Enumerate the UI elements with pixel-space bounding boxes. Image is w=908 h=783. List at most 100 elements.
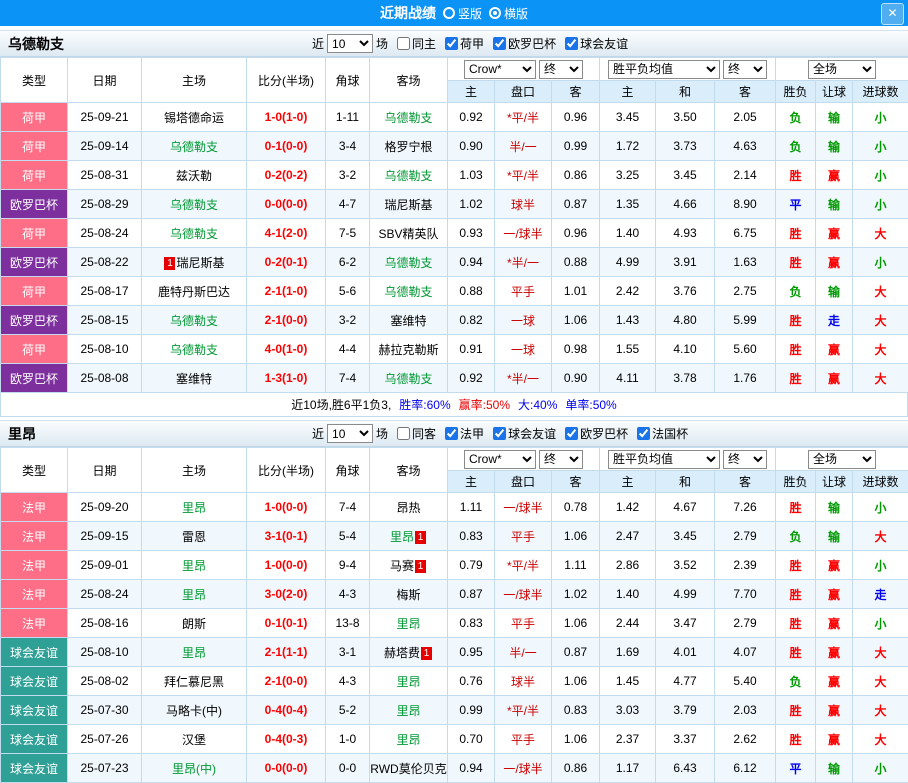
avg-home-odds: 2.37	[600, 725, 656, 754]
checkbox-icon[interactable]	[445, 427, 458, 440]
layout-vertical-radio[interactable]: 竖版	[443, 5, 482, 22]
avg-final-select[interactable]: 终	[723, 60, 767, 79]
checkbox-icon[interactable]	[637, 427, 650, 440]
away-team-name: 瑞尼斯基	[384, 198, 432, 212]
checkbox-icon[interactable]	[565, 37, 578, 50]
filter-checkbox-0[interactable]: 同主	[397, 35, 436, 52]
corner-score: 3-2	[326, 306, 370, 335]
avg-away-odds: 2.75	[715, 277, 776, 306]
filter-checkbox-3[interactable]: 欧罗巴杯	[565, 425, 628, 442]
odds-company-select[interactable]: Crow*	[464, 60, 536, 79]
home-team-name: 鹿特丹斯巴达	[158, 285, 230, 299]
goals-result-cell: 走	[853, 580, 908, 609]
away-team: 赫拉克勒斯	[370, 335, 448, 364]
away-odds: 0.78	[552, 493, 600, 522]
home-odds: 0.92	[448, 103, 495, 132]
goals-result-cell: 小	[853, 493, 908, 522]
league-type: 荷甲	[1, 335, 68, 364]
goals-result-cell: 小	[853, 551, 908, 580]
checkbox-icon[interactable]	[445, 37, 458, 50]
filter-checkbox-0[interactable]: 同客	[397, 425, 436, 442]
goals-result-cell: 大	[853, 219, 908, 248]
match-count-select[interactable]: 10	[327, 424, 373, 443]
filter-checkbox-4[interactable]: 法国杯	[637, 425, 688, 442]
handicap-result-cell: 输	[816, 277, 853, 306]
home-team: 1瑞尼斯基	[142, 248, 247, 277]
home-team-name: 马略卡(中)	[166, 704, 222, 718]
avg-type-select[interactable]: 胜平负均值	[608, 450, 720, 469]
corner-score: 3-2	[326, 161, 370, 190]
filter-checkbox-1[interactable]: 荷甲	[445, 35, 484, 52]
result-cell: 平	[776, 190, 816, 219]
match-date: 25-09-01	[68, 551, 142, 580]
filter-checkbox-1[interactable]: 法甲	[445, 425, 484, 442]
match-score: 0-2(0-2)	[247, 161, 326, 190]
match-score: 1-3(1-0)	[247, 364, 326, 393]
odds-company-select[interactable]: Crow*	[464, 450, 536, 469]
away-team: 里昂	[370, 609, 448, 638]
checkbox-icon[interactable]	[397, 37, 410, 50]
near-label: 近	[312, 425, 324, 442]
league-type: 球会友谊	[1, 638, 68, 667]
avg-draw-odds: 6.43	[656, 754, 715, 783]
checkbox-icon[interactable]	[493, 37, 506, 50]
avg-final-select[interactable]: 终	[723, 450, 767, 469]
subcol-header-8: 进球数	[853, 81, 908, 103]
filter-checkbox-2[interactable]: 欧罗巴杯	[493, 35, 556, 52]
filter-label: 球会友谊	[508, 425, 556, 442]
avg-draw-odds: 3.45	[656, 161, 715, 190]
avg-away-odds: 2.62	[715, 725, 776, 754]
match-date: 25-09-15	[68, 522, 142, 551]
handicap-result-cell: 输	[816, 132, 853, 161]
avg-away-odds: 7.70	[715, 580, 776, 609]
goals-result-cell: 大	[853, 306, 908, 335]
scope-select[interactable]: 全场	[808, 450, 876, 469]
odds-final-select[interactable]: 终	[539, 450, 583, 469]
avg-home-odds: 1.69	[600, 638, 656, 667]
result-cell: 平	[776, 754, 816, 783]
handicap-line: *半/一	[495, 248, 552, 277]
stats-summary: 近10场,胜6平1负3,胜率:60%赢率:50%大:40%单率:50%	[0, 393, 908, 417]
layout-horizontal-radio[interactable]: 横版	[489, 5, 528, 22]
checkbox-icon[interactable]	[397, 427, 410, 440]
away-team: 乌德勒支	[370, 161, 448, 190]
filter-checkbox-3[interactable]: 球会友谊	[565, 35, 628, 52]
filter-label: 荷甲	[460, 35, 484, 52]
match-count-select[interactable]: 10	[327, 34, 373, 53]
subcol-header-1: 盘口	[495, 471, 552, 493]
away-team: 里昂	[370, 667, 448, 696]
handicap-line: *平/半	[495, 696, 552, 725]
checkbox-icon[interactable]	[493, 427, 506, 440]
summary-segment: 单率:50%	[565, 396, 616, 413]
subcol-header-5: 客	[715, 471, 776, 493]
away-odds: 0.87	[552, 190, 600, 219]
subcol-header-2: 客	[552, 471, 600, 493]
filter-checkbox-2[interactable]: 球会友谊	[493, 425, 556, 442]
result-cell: 胜	[776, 551, 816, 580]
handicap-result-cell: 赢	[816, 696, 853, 725]
match-date: 25-08-10	[68, 335, 142, 364]
subcol-header-5: 客	[715, 81, 776, 103]
col-header-3: 比分(半场)	[247, 58, 326, 103]
avg-type-select[interactable]: 胜平负均值	[608, 60, 720, 79]
close-icon[interactable]: ✕	[881, 3, 904, 25]
scope-select[interactable]: 全场	[808, 60, 876, 79]
near-suffix-label: 场	[376, 35, 388, 52]
avg-draw-odds: 3.47	[656, 609, 715, 638]
match-row: 荷甲25-08-10乌德勒支4-0(1-0)4-4赫拉克勒斯0.91一球0.98…	[1, 335, 908, 364]
home-odds: 0.83	[448, 522, 495, 551]
home-odds: 0.76	[448, 667, 495, 696]
match-date: 25-08-31	[68, 161, 142, 190]
away-team: 昂热	[370, 493, 448, 522]
corner-score: 7-4	[326, 493, 370, 522]
corner-score: 0-0	[326, 754, 370, 783]
home-team-name: 里昂	[182, 501, 206, 515]
away-odds: 0.88	[552, 248, 600, 277]
result-cell: 胜	[776, 335, 816, 364]
table-header-row-1: 类型日期主场比分(半场)角球客场Crow*终胜平负均值终全场	[1, 58, 908, 81]
handicap-result-cell: 赢	[816, 335, 853, 364]
odds-final-select[interactable]: 终	[539, 60, 583, 79]
checkbox-icon[interactable]	[565, 427, 578, 440]
avg-away-odds: 6.75	[715, 219, 776, 248]
away-odds: 1.02	[552, 580, 600, 609]
